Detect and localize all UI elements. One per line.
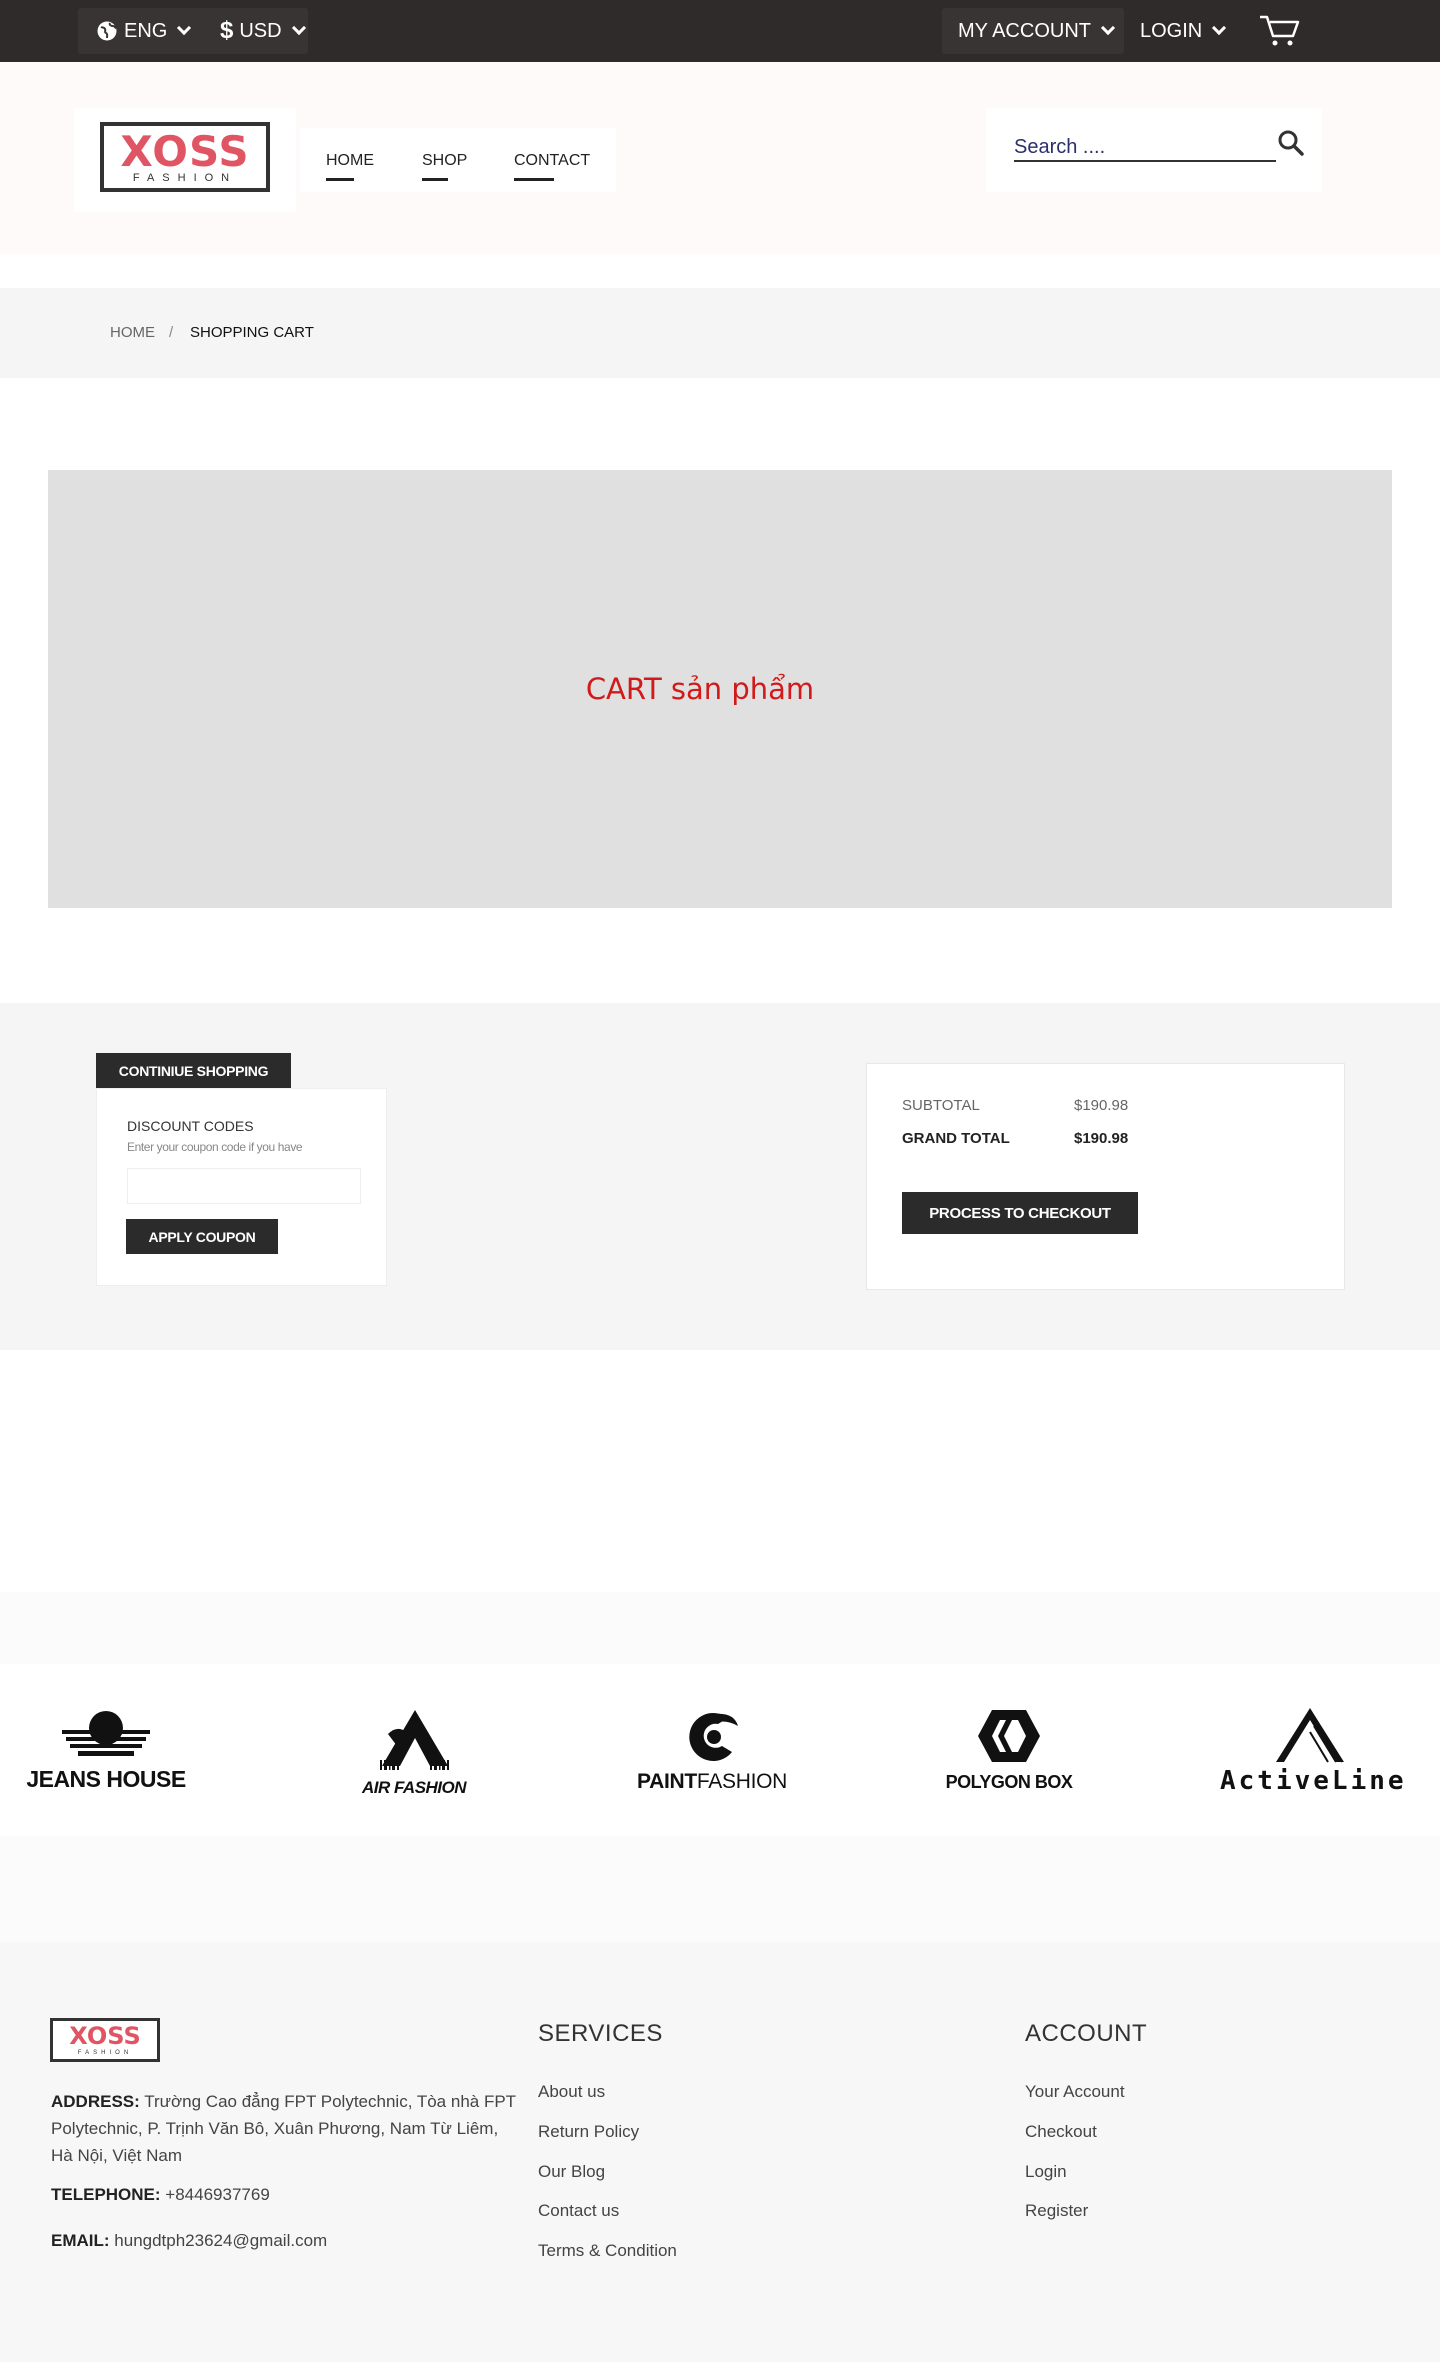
site-header: XOSS FASHION HOME SHOP CONTACT bbox=[0, 62, 1440, 254]
footer-link-terms[interactable]: Terms & Condition bbox=[538, 2241, 677, 2261]
top-bar: ENG $ USD MY ACCOUNT LOGIN bbox=[0, 0, 1440, 62]
brand-name-bold: PAINT bbox=[636, 1770, 697, 1793]
footer-link-return-policy[interactable]: Return Policy bbox=[538, 2122, 639, 2142]
breadcrumb-current: SHOPPING CART bbox=[190, 324, 314, 341]
footer-link-login[interactable]: Login bbox=[1025, 2162, 1067, 2182]
main-nav: HOME SHOP CONTACT bbox=[300, 128, 616, 192]
discount-hint: Enter your coupon code if you have bbox=[127, 1140, 303, 1154]
logo[interactable]: XOSS FASHION bbox=[74, 108, 296, 212]
paint-fashion-logo-icon bbox=[689, 1712, 738, 1761]
globe-icon bbox=[97, 21, 117, 41]
search-box bbox=[986, 108, 1322, 192]
cart-button[interactable] bbox=[1258, 0, 1302, 62]
grand-total-label: GRAND TOTAL bbox=[902, 1130, 1010, 1147]
brand-name-light: FASHION bbox=[696, 1770, 788, 1793]
activeline-logo-icon bbox=[1276, 1708, 1344, 1763]
brand-polygon-box[interactable]: POLYGON BOX bbox=[930, 1664, 1088, 1836]
currency-label: USD bbox=[239, 19, 282, 42]
brand-name: ActiveLine bbox=[1220, 1766, 1407, 1796]
language-label: ENG bbox=[124, 19, 168, 42]
logo-text: XOSS bbox=[120, 127, 250, 176]
telephone-label: TELEPHONE: bbox=[51, 2185, 161, 2204]
my-account-menu[interactable]: MY ACCOUNT bbox=[958, 0, 1116, 62]
telephone-value: +8446937769 bbox=[165, 2185, 270, 2204]
logo-subtext: FASHION bbox=[132, 172, 238, 184]
footer-logo-text: XOSS bbox=[69, 2022, 141, 2050]
footer-link-contact[interactable]: Contact us bbox=[538, 2201, 619, 2221]
footer-link-your-account[interactable]: Your Account bbox=[1025, 2082, 1125, 2102]
chevron-down-icon bbox=[1100, 20, 1116, 36]
brand-name: POLYGON BOX bbox=[945, 1772, 1073, 1792]
chevron-down-icon bbox=[291, 20, 306, 36]
cart-icon bbox=[1260, 15, 1300, 46]
brand-name: AIR FASHION bbox=[361, 1778, 467, 1797]
discount-title: DISCOUNT CODES bbox=[127, 1118, 254, 1134]
my-account-label: MY ACCOUNT bbox=[958, 19, 1091, 42]
account-heading: ACCOUNT bbox=[1025, 2020, 1148, 2047]
brand-paint-fashion[interactable]: PAINTFASHION bbox=[620, 1664, 804, 1836]
footer-email: EMAIL: hungdtph23624@gmail.com bbox=[51, 2227, 521, 2254]
order-summary: SUBTOTAL $190.98 GRAND TOTAL $190.98 PRO… bbox=[866, 1063, 1345, 1290]
polygon-box-logo-icon bbox=[978, 1710, 1040, 1762]
footer-link-checkout[interactable]: Checkout bbox=[1025, 2122, 1097, 2142]
services-heading: SERVICES bbox=[538, 2020, 663, 2047]
dollar-icon: $ bbox=[220, 17, 234, 44]
footer-link-about[interactable]: About us bbox=[538, 2082, 605, 2102]
address-label: ADDRESS: bbox=[51, 2092, 140, 2111]
discount-panel: DISCOUNT CODES Enter your coupon code if… bbox=[96, 1088, 387, 1286]
footer-logo-subtext: FASHION bbox=[77, 2050, 133, 2056]
search-icon[interactable] bbox=[1276, 128, 1306, 158]
grand-total-value: $190.98 bbox=[1074, 1130, 1129, 1147]
subtotal-value: $190.98 bbox=[1074, 1097, 1129, 1114]
breadcrumb: HOME / SHOPPING CART bbox=[0, 288, 1440, 378]
brand-activeline[interactable]: ActiveLine bbox=[1220, 1664, 1407, 1836]
footer-link-register[interactable]: Register bbox=[1025, 2201, 1088, 2221]
subtotal-label: SUBTOTAL bbox=[902, 1097, 980, 1114]
chevron-down-icon bbox=[1212, 20, 1227, 36]
email-label: EMAIL: bbox=[51, 2231, 110, 2250]
air-fashion-logo-icon bbox=[380, 1710, 449, 1770]
cart-totals-section: CONTINIUE SHOPPING DISCOUNT CODES Enter … bbox=[0, 1003, 1440, 1350]
coupon-input[interactable] bbox=[127, 1168, 361, 1204]
login-menu[interactable]: LOGIN bbox=[1140, 0, 1227, 62]
nav-home[interactable]: HOME bbox=[326, 152, 374, 181]
brands-strip: JEANS HOUSE AIR FASHION PAINTFASHION POL… bbox=[0, 1664, 1440, 1836]
footer-telephone: TELEPHONE: +8446937769 bbox=[51, 2181, 521, 2208]
email-value[interactable]: hungdtph23624@gmail.com bbox=[114, 2231, 327, 2250]
login-label: LOGIN bbox=[1140, 19, 1203, 42]
nav-contact[interactable]: CONTACT bbox=[514, 152, 590, 181]
continue-shopping-button[interactable]: CONTINIUE SHOPPING bbox=[96, 1053, 291, 1088]
search-input[interactable] bbox=[1014, 128, 1276, 162]
cart-products-area: CART sản phẩm bbox=[48, 470, 1392, 908]
brand-jeans-house[interactable]: JEANS HOUSE bbox=[20, 1664, 192, 1836]
footer-address: ADDRESS: Trường Cao đẳng FPT Polytechnic… bbox=[51, 2088, 521, 2169]
checkout-button[interactable]: PROCESS TO CHECKOUT bbox=[902, 1192, 1138, 1234]
currency-selector[interactable]: $ USD bbox=[220, 0, 306, 62]
jeans-house-logo-icon bbox=[62, 1711, 150, 1756]
brand-name: PAINTFASHION bbox=[620, 1770, 804, 1794]
brand-name: JEANS HOUSE bbox=[26, 1766, 186, 1792]
brand-air-fashion[interactable]: AIR FASHION bbox=[340, 1664, 488, 1836]
chevron-down-icon bbox=[177, 20, 192, 36]
breadcrumb-home[interactable]: HOME bbox=[110, 324, 155, 342]
cart-placeholder-label: CART sản phẩm bbox=[585, 672, 815, 706]
site-footer: XOSS FASHION ADDRESS: Trường Cao đẳng FP… bbox=[0, 1942, 1440, 2362]
nav-shop[interactable]: SHOP bbox=[422, 152, 467, 181]
footer-logo[interactable]: XOSS FASHION bbox=[50, 2018, 160, 2062]
language-selector[interactable]: ENG bbox=[96, 0, 192, 62]
apply-coupon-button[interactable]: APPLY COUPON bbox=[126, 1219, 278, 1254]
footer-link-blog[interactable]: Our Blog bbox=[538, 2162, 605, 2182]
logo-frame: XOSS FASHION bbox=[100, 122, 270, 192]
breadcrumb-separator: / bbox=[169, 324, 174, 341]
